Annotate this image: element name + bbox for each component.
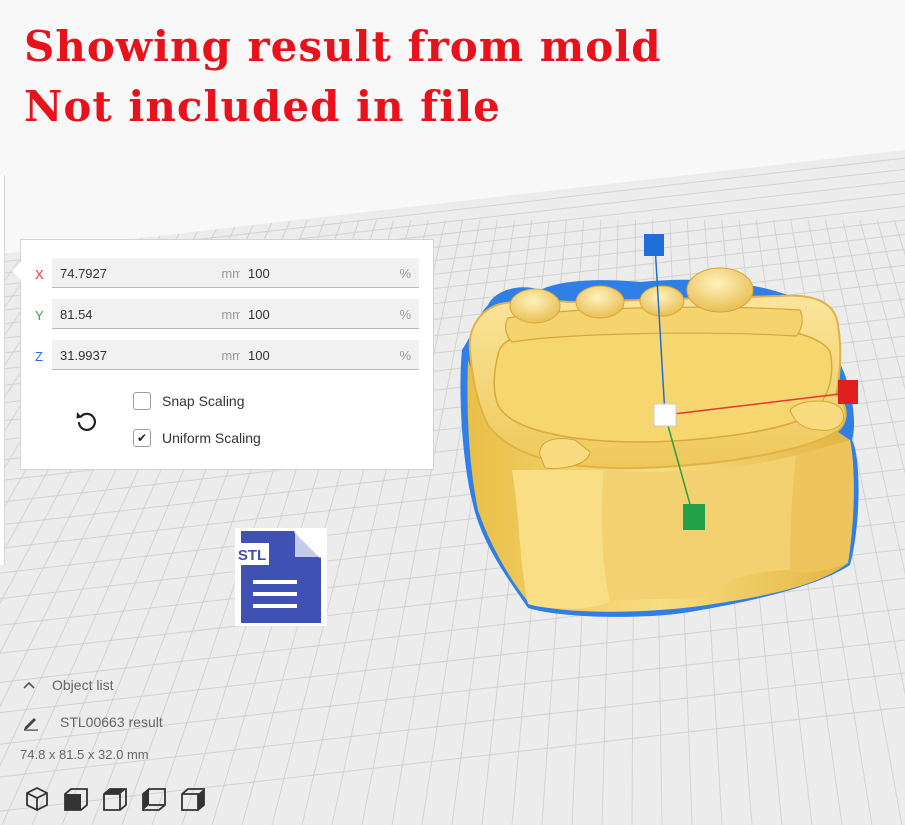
panel-pointer — [12, 262, 21, 280]
x-size-field[interactable]: 74.7927 mm — [52, 258, 251, 288]
scale-row-y: Y 81.54 mm 100 % — [21, 299, 435, 331]
y-size-field[interactable]: 81.54 mm — [52, 299, 251, 329]
scale-row-x: X 74.7927 mm 100 % — [21, 258, 435, 290]
3d-view-icon[interactable] — [24, 786, 50, 812]
snap-scaling-checkbox[interactable] — [133, 392, 151, 410]
axis-label-y: Y — [35, 308, 44, 323]
y-percent-field[interactable]: 100 % — [240, 299, 419, 329]
object-dimensions: 74.8 x 81.5 x 32.0 mm — [20, 747, 149, 762]
uniform-scaling-checkbox[interactable]: ✔ — [133, 429, 151, 447]
chevron-up-icon[interactable] — [22, 679, 36, 691]
scale-panel: X 74.7927 mm 100 % Y 81.54 mm 100 % Z 31… — [12, 239, 435, 470]
banner-line-2: Not included in file — [24, 82, 501, 131]
banner-line-1: Showing result from mold — [24, 22, 662, 71]
pencil-icon[interactable] — [22, 713, 40, 731]
y-size-value[interactable]: 81.54 — [60, 307, 93, 322]
stl-label: STL — [238, 547, 266, 564]
front-view-icon[interactable] — [63, 786, 89, 812]
x-scale-handle[interactable] — [838, 380, 858, 404]
left-toolbar-edge — [0, 175, 5, 565]
uniform-scaling-label[interactable]: Uniform Scaling — [162, 430, 261, 446]
snap-scaling-label[interactable]: Snap Scaling — [162, 393, 245, 409]
rotate-ccw-icon[interactable] — [73, 408, 99, 434]
axis-label-z: Z — [35, 349, 43, 364]
z-scale-handle[interactable] — [644, 234, 664, 256]
object-list-header[interactable]: Object list — [52, 677, 113, 693]
x-size-value[interactable]: 74.7927 — [60, 266, 107, 281]
object-name[interactable]: STL00663 result — [60, 714, 163, 730]
left-view-icon[interactable] — [141, 786, 167, 812]
axis-label-x: X — [35, 267, 44, 282]
stl-file-icon: STL — [235, 528, 327, 626]
scale-row-z: Z 31.9937 mm 100 % — [21, 340, 435, 372]
y-percent-value[interactable]: 100 — [248, 307, 270, 322]
top-view-icon[interactable] — [102, 786, 128, 812]
y-scale-handle[interactable] — [683, 504, 705, 530]
x-percent-field[interactable]: 100 % — [240, 258, 419, 288]
z-percent-value[interactable]: 100 — [248, 348, 270, 363]
z-percent-unit: % — [399, 348, 411, 363]
right-view-icon[interactable] — [180, 786, 206, 812]
uniform-scale-handle[interactable] — [653, 403, 677, 427]
z-size-value[interactable]: 31.9937 — [60, 348, 107, 363]
z-size-field[interactable]: 31.9937 mm — [52, 340, 251, 370]
x-percent-unit: % — [399, 266, 411, 281]
z-percent-field[interactable]: 100 % — [240, 340, 419, 370]
y-percent-unit: % — [399, 307, 411, 322]
x-percent-value[interactable]: 100 — [248, 266, 270, 281]
